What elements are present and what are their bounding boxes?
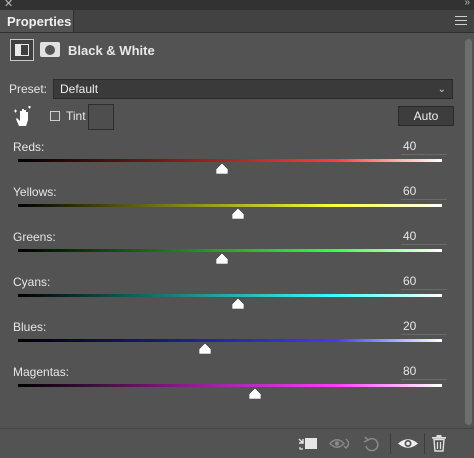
targeted-adjustment-hand-icon[interactable] [12,106,32,128]
tint-checkbox[interactable] [50,111,60,121]
slider-value-blues[interactable]: 20 [401,319,447,335]
close-icon[interactable]: ✕ [4,0,13,10]
trash-icon[interactable] [431,435,447,452]
panel-top-bar: ✕ » [0,0,474,10]
bottom-toolbar [0,428,474,458]
slider-track-blues[interactable] [18,339,442,342]
slider-thumb-reds[interactable] [215,163,228,174]
view-previous-state-icon[interactable] [329,435,353,452]
eye-icon[interactable] [397,435,419,452]
slider-label-magentas: Magentas: [13,365,70,379]
layer-mask-icon[interactable] [40,42,60,57]
clip-to-layer-icon[interactable] [296,435,320,452]
black-white-adjustment-icon[interactable] [10,39,34,61]
slider-track-greens[interactable] [18,249,442,252]
slider-value-reds[interactable]: 40 [401,139,447,155]
slider-label-cyans: Cyans: [13,275,51,289]
slider-thumb-greens[interactable] [215,253,228,264]
slider-label-greens: Greens: [13,230,56,244]
collapse-icon[interactable]: » [464,0,469,8]
preset-select[interactable]: Default ⌄ [53,79,453,99]
slider-track-cyans[interactable] [18,294,442,297]
slider-label-reds: Reds: [13,140,45,154]
preset-value: Default [60,82,99,96]
tab-properties[interactable]: Properties [0,10,74,32]
slider-track-reds[interactable] [18,159,442,162]
tab-bar: Properties [0,10,474,33]
adjustment-title: Black & White [68,43,155,58]
adjustment-header: Black & White [0,33,462,69]
slider-label-blues: Blues: [13,320,47,334]
scrollbar[interactable] [464,33,474,428]
toolbar-divider [424,433,425,454]
slider-thumb-yellows[interactable] [232,208,245,219]
tint-label: Tint [66,109,86,123]
tint-color-swatch[interactable] [88,104,114,130]
slider-value-greens[interactable]: 40 [401,229,447,245]
slider-value-magentas[interactable]: 80 [401,364,447,380]
reset-icon[interactable] [362,435,382,452]
preset-label: Preset: [9,82,48,96]
slider-label-yellows: Yellows: [13,185,57,199]
panel-menu-icon[interactable] [455,16,467,26]
slider-thumb-blues[interactable] [198,343,211,354]
slider-value-cyans[interactable]: 60 [401,274,447,290]
slider-thumb-cyans[interactable] [232,298,245,309]
slider-track-magentas[interactable] [18,384,442,387]
slider-track-yellows[interactable] [18,204,442,207]
auto-button[interactable]: Auto [398,106,454,126]
chevron-down-icon: ⌄ [437,84,446,95]
slider-thumb-magentas[interactable] [249,388,262,399]
toolbar-divider [390,433,391,454]
scrollbar-thumb[interactable] [465,39,472,425]
slider-value-yellows[interactable]: 60 [401,184,447,200]
